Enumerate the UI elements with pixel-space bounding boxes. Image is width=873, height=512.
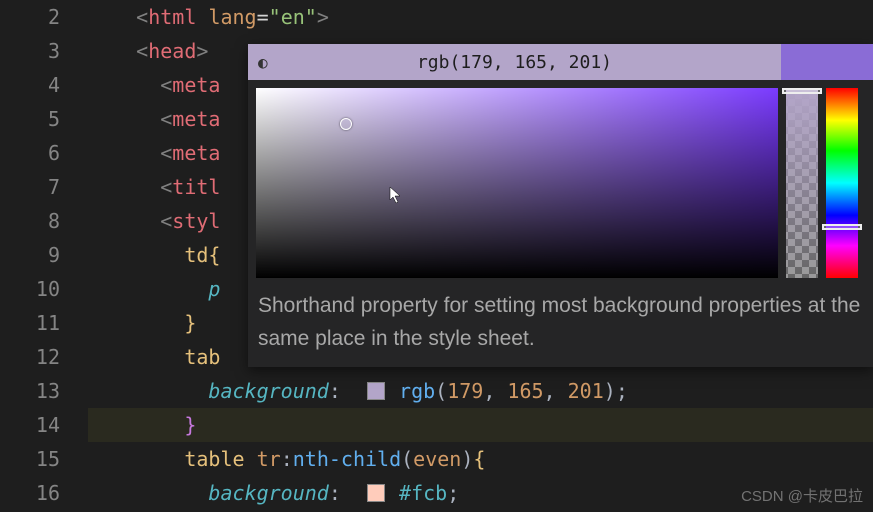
line-number: 13 bbox=[10, 374, 60, 408]
alpha-handle-icon bbox=[782, 88, 822, 94]
line-number: 7 bbox=[10, 170, 60, 204]
line-number: 12 bbox=[10, 340, 60, 374]
line-number: 6 bbox=[10, 136, 60, 170]
contrast-icon: ◐ bbox=[258, 53, 268, 72]
color-value-readout[interactable]: ◐ rgb(179, 165, 201) bbox=[248, 44, 781, 80]
mouse-cursor-icon bbox=[389, 186, 403, 208]
line-number: 4 bbox=[10, 68, 60, 102]
line-number: 2 bbox=[10, 0, 60, 34]
saturation-value-panel[interactable] bbox=[256, 88, 778, 278]
sv-cursor-icon bbox=[340, 118, 352, 130]
line-number: 5 bbox=[10, 102, 60, 136]
line-number: 11 bbox=[10, 306, 60, 340]
watermark-text: CSDN @卡皮巴拉 bbox=[741, 485, 863, 506]
property-description: Shorthand property for setting most back… bbox=[248, 286, 873, 367]
hue-handle-icon bbox=[822, 224, 862, 230]
color-value-text: rgb(179, 165, 201) bbox=[417, 52, 612, 73]
color-swatch-icon[interactable] bbox=[367, 484, 385, 502]
line-number: 15 bbox=[10, 442, 60, 476]
hue-slider[interactable] bbox=[826, 88, 858, 278]
line-number: 3 bbox=[10, 34, 60, 68]
line-gutter: 2 3 4 5 6 7 8 9 10 11 12 13 14 15 16 bbox=[0, 0, 80, 512]
code-line: } bbox=[88, 408, 873, 442]
code-line: <html lang="en"> bbox=[88, 0, 873, 34]
line-number: 9 bbox=[10, 238, 60, 272]
code-line: table tr:nth-child(even){ bbox=[88, 442, 873, 476]
line-number: 10 bbox=[10, 272, 60, 306]
code-line: background: rgb(179, 165, 201); bbox=[88, 374, 873, 408]
alpha-slider[interactable] bbox=[786, 88, 818, 278]
line-number: 14 bbox=[10, 408, 60, 442]
line-number: 16 bbox=[10, 476, 60, 510]
color-picker-popup: ◐ rgb(179, 165, 201) Shorthand property … bbox=[248, 44, 873, 367]
color-mode-toggle[interactable] bbox=[781, 44, 873, 80]
line-number: 8 bbox=[10, 204, 60, 238]
color-swatch-icon[interactable] bbox=[367, 382, 385, 400]
color-picker-header: ◐ rgb(179, 165, 201) bbox=[248, 44, 873, 80]
